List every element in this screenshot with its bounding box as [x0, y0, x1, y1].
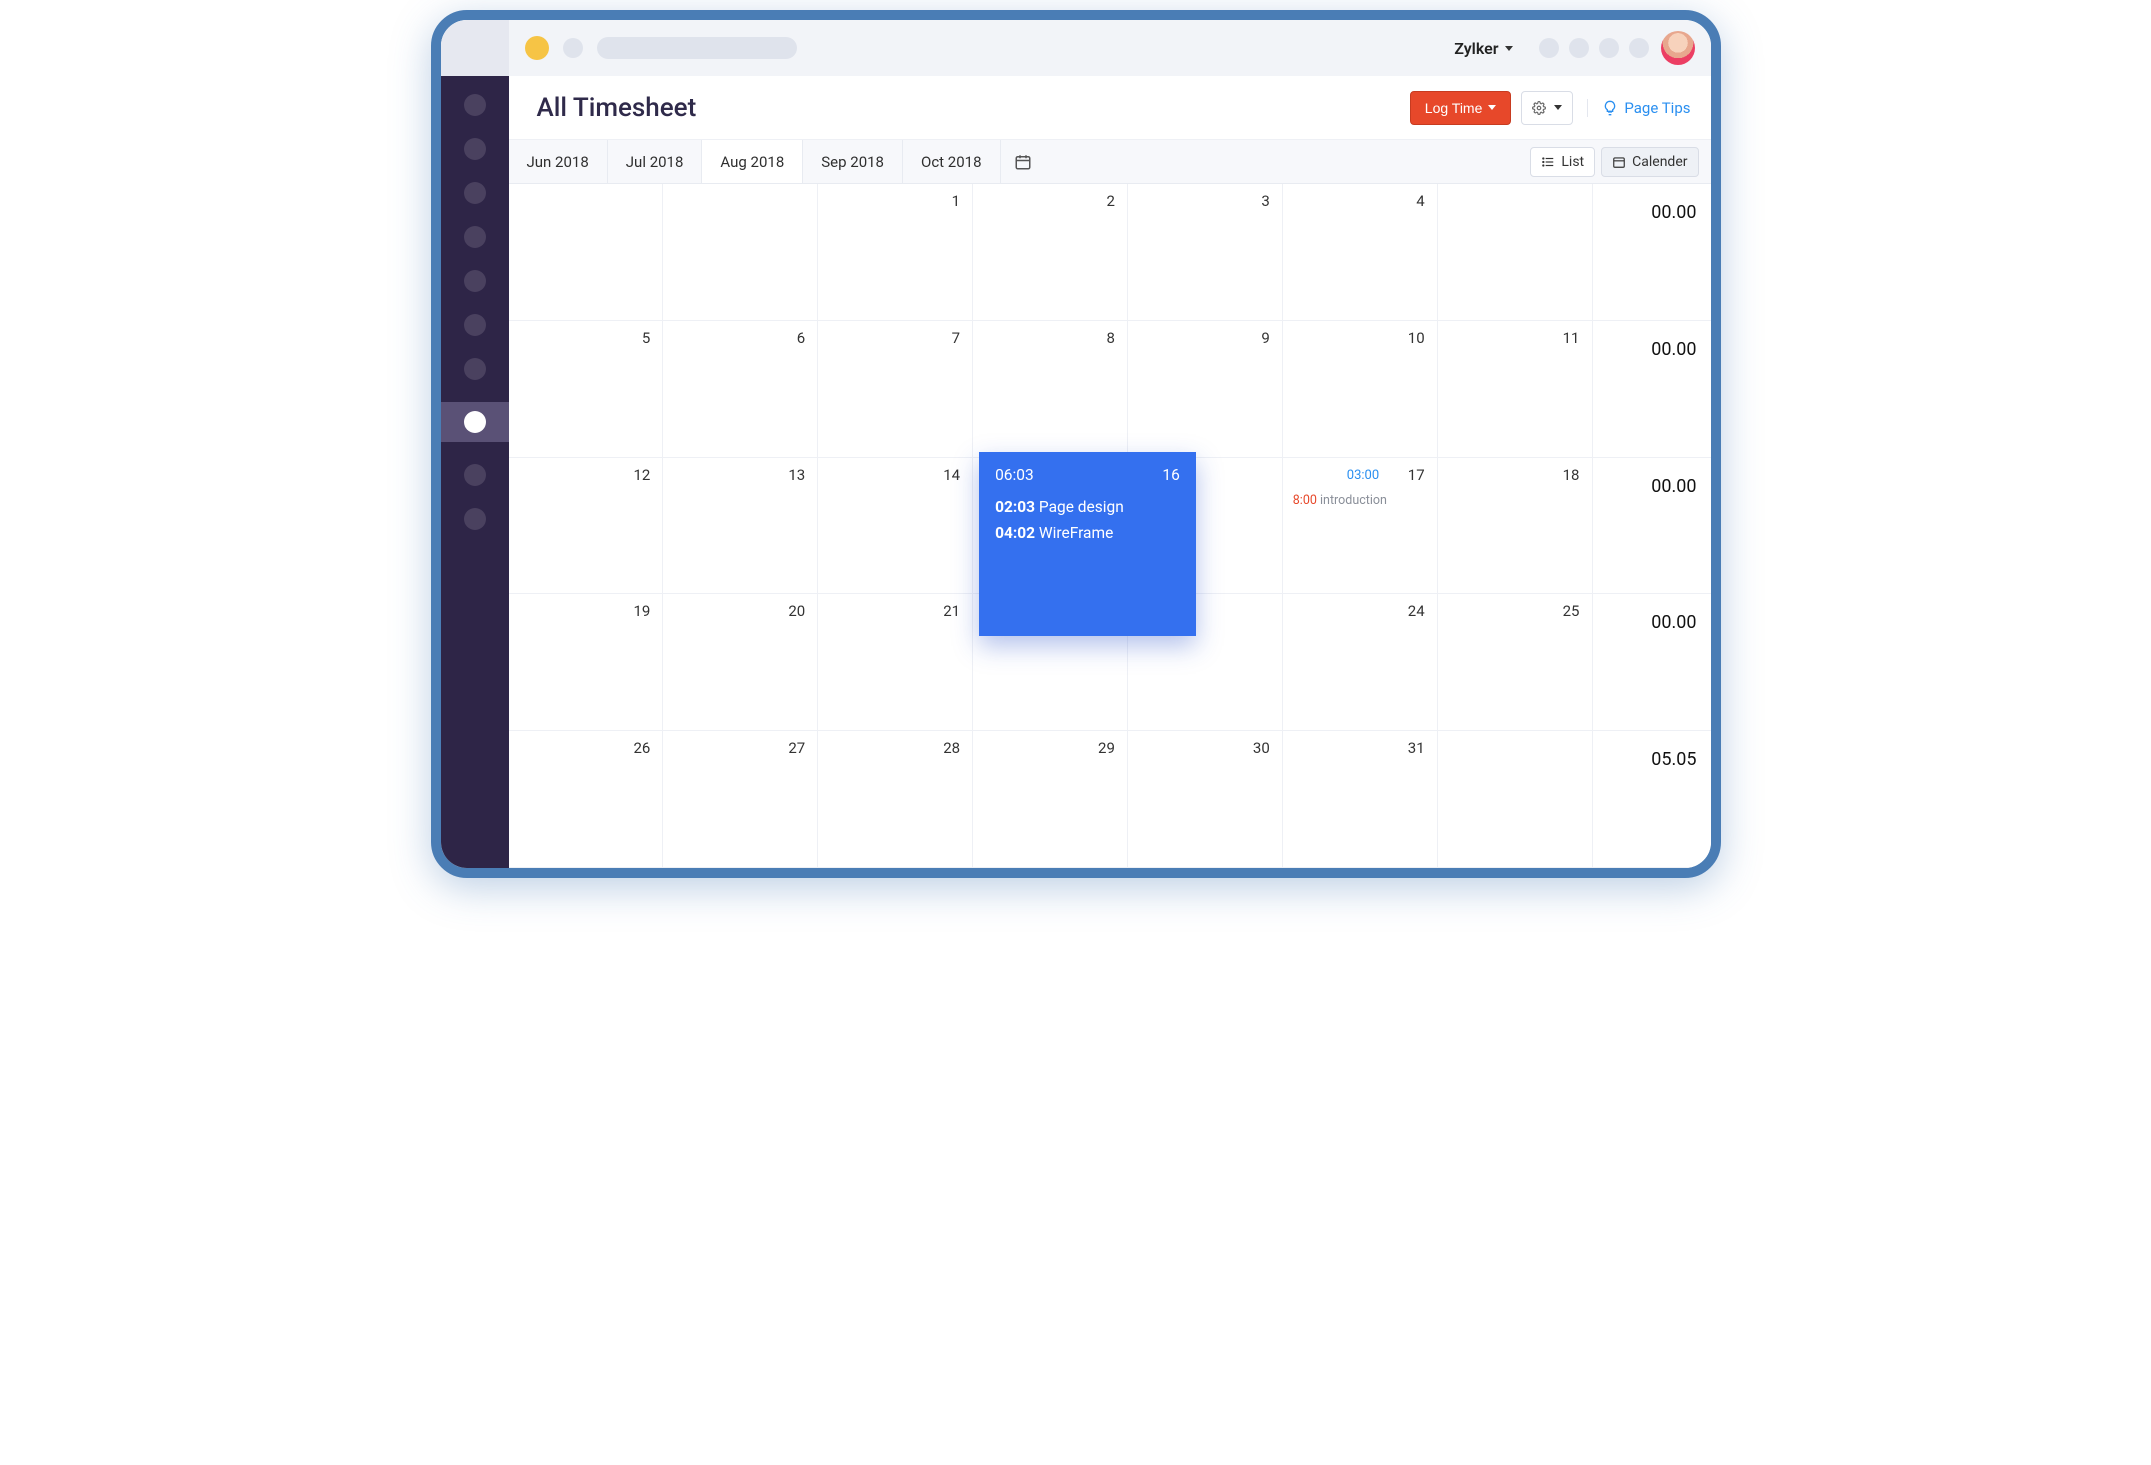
calendar-cell[interactable]: 10	[1283, 321, 1438, 458]
calendar-cell[interactable]	[1438, 731, 1593, 868]
chevron-down-icon	[1505, 46, 1513, 51]
day-detail-overlay[interactable]: 06:03 16 02:03 Page design 04:02 WireFra…	[979, 452, 1196, 637]
sidebar-item[interactable]	[464, 508, 486, 530]
month-tab[interactable]: Jun 2018	[509, 140, 608, 183]
overlay-entry[interactable]: 02:03 Page design	[995, 498, 1180, 516]
window-dot-yellow	[525, 36, 549, 60]
list-icon	[1541, 155, 1555, 169]
log-time-button[interactable]: Log Time	[1410, 91, 1512, 125]
calendar-cell[interactable]: 14	[818, 458, 973, 595]
calendar-cell[interactable]: 27	[663, 731, 818, 868]
sidebar-item[interactable]	[464, 94, 486, 116]
view-calendar-label: Calender	[1632, 154, 1687, 170]
settings-button[interactable]	[1521, 91, 1573, 125]
calendar-cell[interactable]: 1	[818, 184, 973, 321]
calendar-cell[interactable]: 26	[509, 731, 664, 868]
week-total: 05.05	[1593, 731, 1711, 868]
calendar-cell[interactable]: 21	[818, 594, 973, 731]
week-totals-column: 00.00 00.00 00.00 00.00 05.05	[1593, 184, 1711, 868]
calendar-cell[interactable]: 8	[973, 321, 1128, 458]
workspace-switcher[interactable]: Zylker	[1454, 39, 1526, 58]
chevron-down-icon	[1488, 105, 1496, 110]
view-calendar-button[interactable]: Calender	[1601, 147, 1698, 177]
week-total: 00.00	[1593, 184, 1711, 321]
view-list-label: List	[1561, 154, 1584, 170]
calendar-cell[interactable]: 13	[663, 458, 818, 595]
header-action-dot[interactable]	[1599, 38, 1619, 58]
sidebar-item[interactable]	[464, 226, 486, 248]
calendar-cell[interactable]: 31	[1283, 731, 1438, 868]
calendar-cell[interactable]: 7	[818, 321, 973, 458]
calendar-cell[interactable]: 20	[663, 594, 818, 731]
search-placeholder-pill[interactable]	[597, 37, 797, 59]
day17-top-time: 03:00	[1347, 466, 1379, 486]
overlay-entry[interactable]: 04:02 WireFrame	[995, 524, 1180, 542]
calendar-cell[interactable]: 2	[973, 184, 1128, 321]
day17-entry-time: 8:00	[1293, 493, 1317, 508]
log-time-label: Log Time	[1425, 100, 1483, 116]
sidebar-item[interactable]	[464, 270, 486, 292]
calendar-cell-17[interactable]: 17 03:00 8:00 introduction	[1283, 458, 1438, 595]
calendar-cell[interactable]	[509, 184, 664, 321]
calendar-cell[interactable]: 28	[818, 731, 973, 868]
calendar-cell[interactable]: 29	[973, 731, 1128, 868]
calendar-cell[interactable]: 30	[1128, 731, 1283, 868]
page-tips-link[interactable]: Page Tips	[1587, 99, 1690, 117]
overlay-daynum: 16	[1162, 466, 1179, 484]
calendar-cell[interactable]	[1438, 184, 1593, 321]
sidebar-item[interactable]	[464, 314, 486, 336]
week-total: 00.00	[1593, 321, 1711, 458]
month-tab[interactable]: Oct 2018	[903, 140, 1001, 183]
view-list-button[interactable]: List	[1530, 147, 1595, 177]
calendar-cell[interactable]: 3	[1128, 184, 1283, 321]
window-dot	[563, 38, 583, 58]
sidebar-item[interactable]	[464, 464, 486, 486]
calendar-cell[interactable]: 5	[509, 321, 664, 458]
sidebar-item[interactable]	[464, 138, 486, 160]
top-bar: Zylker	[441, 20, 1711, 76]
chevron-down-icon	[1554, 105, 1562, 110]
calendar-cell[interactable]: 12	[509, 458, 664, 595]
calendar-cell[interactable]: 11	[1438, 321, 1593, 458]
header-action-dot[interactable]	[1569, 38, 1589, 58]
avatar[interactable]	[1661, 31, 1695, 65]
month-tab[interactable]: Sep 2018	[803, 140, 903, 183]
calendar-icon	[1612, 155, 1626, 169]
header-action-dot[interactable]	[1629, 38, 1649, 58]
topbar-corner	[441, 20, 509, 76]
month-tab-active[interactable]: Aug 2018	[702, 140, 803, 183]
page-tips-label: Page Tips	[1624, 99, 1690, 117]
calendar-cell[interactable]: 24	[1283, 594, 1438, 731]
week-total: 00.00	[1593, 594, 1711, 731]
calendar-cell[interactable]: 19	[509, 594, 664, 731]
date-picker-button[interactable]	[1001, 153, 1045, 171]
calendar-icon	[1014, 153, 1032, 171]
workspace-name: Zylker	[1454, 39, 1498, 58]
header-action-dot[interactable]	[1539, 38, 1559, 58]
calendar-grid: 1 2 3 4 5 6 7 8 9 10 11 12 13 14	[509, 184, 1593, 868]
sidebar-item[interactable]	[464, 182, 486, 204]
calendar-cell[interactable]: 18	[1438, 458, 1593, 595]
calendar-cell[interactable]: 9	[1128, 321, 1283, 458]
lightbulb-icon	[1602, 100, 1618, 116]
calendar-cell[interactable]: 4	[1283, 184, 1438, 321]
week-total: 00.00	[1593, 458, 1711, 595]
calendar-cell[interactable]	[663, 184, 818, 321]
page-title: All Timesheet	[537, 93, 697, 123]
sidebar	[441, 76, 509, 868]
month-tabs: Jun 2018 Jul 2018 Aug 2018 Sep 2018 Oct …	[509, 140, 1711, 184]
day17-entry-label: introduction	[1320, 493, 1387, 508]
gear-icon	[1532, 101, 1546, 115]
calendar-cell[interactable]: 6	[663, 321, 818, 458]
sidebar-item[interactable]	[464, 358, 486, 380]
calendar-cell[interactable]: 25	[1438, 594, 1593, 731]
sidebar-item-active[interactable]	[441, 402, 509, 442]
month-tab[interactable]: Jul 2018	[608, 140, 703, 183]
overlay-total-time: 06:03	[995, 466, 1034, 484]
